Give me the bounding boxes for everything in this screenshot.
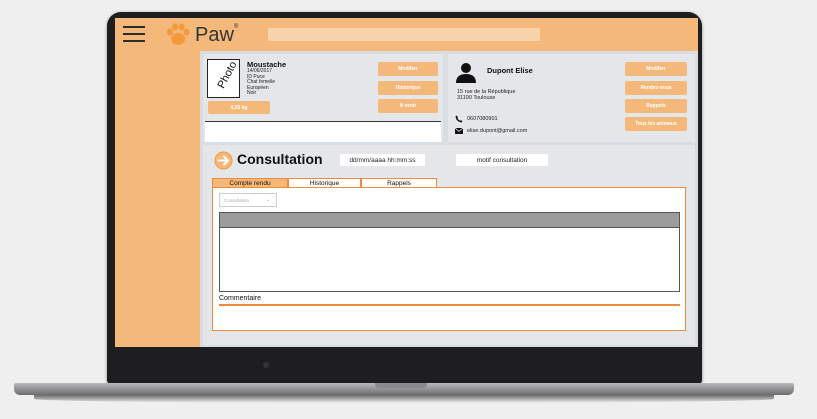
sidebar <box>115 51 200 347</box>
owner-card: Dupont Elise 15 rue de la République 311… <box>448 54 695 142</box>
consultation-date-field[interactable]: dd/mm/aaaa hh:mm:ss <box>340 154 425 166</box>
arrow-right-circle-icon <box>214 151 233 170</box>
report-table[interactable] <box>219 212 680 292</box>
consultation-motif-field[interactable]: motif consultation <box>456 154 548 166</box>
search-input[interactable] <box>268 28 540 41</box>
consultation-section: Consultation dd/mm/aaaa hh:mm:ss motif c… <box>203 145 695 345</box>
app-logo[interactable]: Paw® <box>165 22 241 48</box>
laptop-notch <box>375 383 427 388</box>
comment-input[interactable] <box>219 304 680 306</box>
person-icon <box>456 63 476 83</box>
webcam <box>263 362 269 368</box>
all-animals-button[interactable]: Tous les animaux <box>625 117 687 131</box>
animal-history-button[interactable]: Historique <box>378 81 438 95</box>
animal-notes-area[interactable] <box>205 121 441 142</box>
animal-upcoming-button[interactable]: A venir <box>378 99 438 113</box>
animal-card: Photo 4,05 kg Moustache 14/06/2017 ID Pu… <box>203 54 443 142</box>
chevron-down-icon: ⌄ <box>265 197 270 203</box>
logo-text: Paw <box>195 24 234 46</box>
paw-icon <box>167 23 190 45</box>
consultation-title: Consultation <box>237 151 323 167</box>
comment-label: Commentaire <box>219 295 262 302</box>
reminders-button[interactable]: Rappels <box>625 99 687 113</box>
select-value: Consultation <box>224 197 250 203</box>
trademark: ® <box>233 24 239 30</box>
appointment-button[interactable]: Rendez-vous <box>625 81 687 95</box>
laptop-mockup: Paw® Photo 4,05 kg Moustache 14/06/2017 … <box>0 0 817 419</box>
owner-address-line2: 31100 Toulouse <box>457 95 496 101</box>
report-table-header <box>220 213 679 228</box>
mail-icon <box>455 128 463 134</box>
owner-phone: 0607080901 <box>467 116 498 122</box>
top-bar: Paw® <box>115 18 698 51</box>
animal-edit-button[interactable]: Modifier <box>378 62 438 76</box>
photo-label: Photo <box>215 59 240 91</box>
animal-color: Noir <box>247 90 257 96</box>
app-screen: Paw® Photo 4,05 kg Moustache 14/06/2017 … <box>115 18 698 347</box>
weight-badge: 4,05 kg <box>208 101 270 114</box>
owner-name: Dupont Elise <box>487 66 533 75</box>
consultation-type-select[interactable]: Consultation ⌄ <box>219 193 277 207</box>
laptop-shadow <box>34 395 774 403</box>
main-content: Photo 4,05 kg Moustache 14/06/2017 ID Pu… <box>200 51 698 347</box>
animal-photo[interactable]: Photo <box>207 59 240 98</box>
compte-rendu-panel: Consultation ⌄ Commentaire <box>212 187 686 331</box>
owner-edit-button[interactable]: Modifier <box>625 62 687 76</box>
hamburger-icon[interactable] <box>123 26 145 44</box>
phone-icon <box>455 115 463 123</box>
owner-email[interactable]: elise.dupont@gmail.com <box>467 128 527 134</box>
